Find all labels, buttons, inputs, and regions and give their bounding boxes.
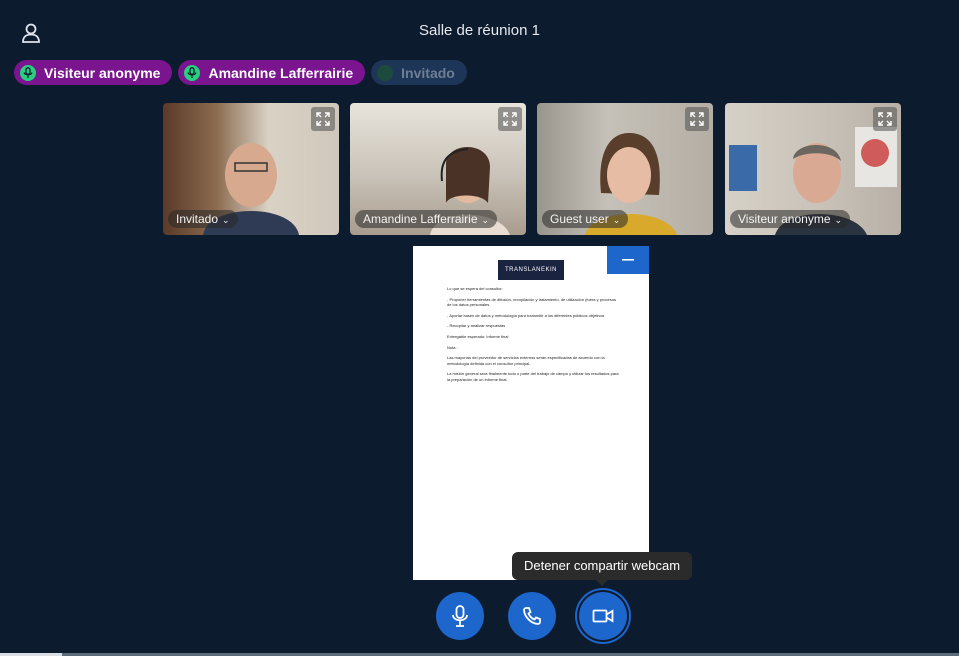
- chevron-down-icon: ⌄: [834, 215, 843, 225]
- chevron-down-icon: ⌄: [612, 215, 621, 225]
- video-tile[interactable]: Visiteur anonyme ⌄: [725, 103, 901, 235]
- tile-name-label[interactable]: Visiteur anonyme ⌄: [730, 210, 851, 228]
- microphone-icon: [377, 64, 394, 81]
- expand-icon[interactable]: [311, 107, 335, 131]
- phone-button[interactable]: [508, 592, 556, 640]
- shared-document[interactable]: TRANSLANEKIN Lo que se espera del consul…: [413, 246, 649, 580]
- participant-name: Amandine Lafferrairie: [208, 64, 354, 81]
- microphone-icon: [184, 64, 201, 81]
- document-text: Lo que se espera del consultor: - Propon…: [447, 286, 619, 382]
- participant-list: Visiteur anonyme Amandine Lafferrairie I…: [14, 60, 467, 85]
- video-tile[interactable]: Guest user ⌄: [537, 103, 713, 235]
- participant-name: Visiteur anonyme: [44, 64, 161, 81]
- tile-name-label[interactable]: Guest user ⌄: [542, 210, 629, 228]
- minus-icon: [622, 259, 634, 261]
- microphone-button[interactable]: [436, 592, 484, 640]
- tile-name-label[interactable]: Invitado ⌄: [168, 210, 238, 228]
- participant-chip[interactable]: Invitado: [371, 60, 467, 85]
- video-tile[interactable]: Amandine Lafferrairie ⌄: [350, 103, 526, 235]
- expand-icon[interactable]: [873, 107, 897, 131]
- participant-name: Invitado: [401, 64, 455, 81]
- webcam-tooltip: Detener compartir webcam: [512, 552, 692, 586]
- room-title: Salle de réunion 1: [419, 22, 540, 39]
- participant-chip[interactable]: Amandine Lafferrairie: [178, 60, 366, 85]
- participant-chip[interactable]: Visiteur anonyme: [14, 60, 173, 85]
- minimize-button[interactable]: [607, 246, 649, 274]
- phone-icon: [523, 607, 541, 625]
- document-logo: TRANSLANEKIN: [498, 260, 564, 280]
- tile-name-label[interactable]: Amandine Lafferrairie ⌄: [355, 210, 498, 228]
- chevron-down-icon: ⌄: [481, 215, 490, 225]
- camera-button[interactable]: [579, 592, 627, 640]
- video-camera-icon: [592, 609, 614, 623]
- microphone-icon: [20, 64, 36, 81]
- microphone-icon: [452, 605, 468, 627]
- video-tile[interactable]: Invitado ⌄: [163, 103, 339, 235]
- chevron-down-icon: ⌄: [222, 215, 230, 225]
- expand-icon[interactable]: [685, 107, 709, 131]
- expand-icon[interactable]: [498, 107, 522, 131]
